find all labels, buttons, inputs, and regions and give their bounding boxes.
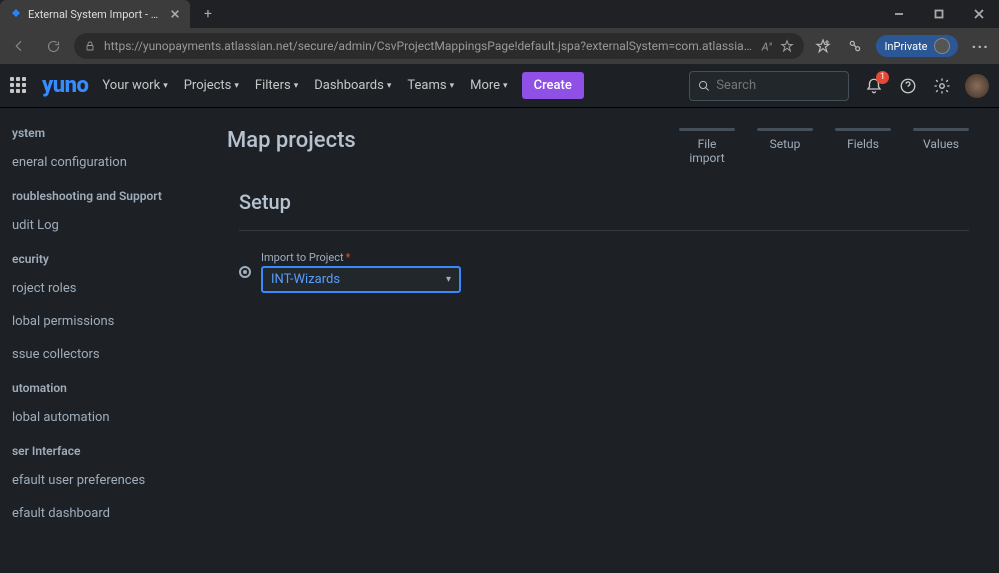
import-to-project-radio[interactable] [239, 266, 251, 278]
nav-filters[interactable]: Filters▾ [255, 78, 298, 93]
step-fields[interactable]: Fields [835, 128, 891, 166]
chevron-down-icon: ▾ [234, 81, 239, 91]
nav-your-work[interactable]: Your work▾ [102, 78, 167, 93]
window-minimize-button[interactable] [879, 0, 919, 28]
notification-badge: 1 [876, 71, 889, 84]
sidebar-item-global-automation[interactable]: lobal automation [0, 401, 197, 434]
window-close-button[interactable] [959, 0, 999, 28]
jira-top-nav: yuno Your work▾ Projects▾ Filters▾ Dashb… [0, 64, 999, 108]
search-field[interactable] [716, 78, 840, 93]
section-title: Setup [239, 190, 969, 214]
inprivate-badge[interactable]: InPrivate [876, 35, 957, 57]
chevron-down-icon: ▾ [450, 81, 455, 91]
reader-mode-icon[interactable]: A» [762, 39, 773, 54]
sidebar-item-audit-log[interactable]: udit Log [0, 209, 197, 242]
sidebar-section-security: ecurity [0, 242, 197, 272]
divider [239, 230, 969, 231]
sidebar-item-global-permissions[interactable]: lobal permissions [0, 305, 197, 338]
app-switcher-icon[interactable] [10, 77, 28, 95]
search-icon [698, 79, 710, 93]
sidebar-item-default-dashboard[interactable]: efault dashboard [0, 497, 197, 530]
import-to-project-label: Import to Project* [261, 251, 461, 264]
search-input[interactable] [689, 71, 849, 101]
browser-tab[interactable]: External System Import - Jira - Yu [0, 0, 190, 28]
nav-dashboards[interactable]: Dashboards▾ [314, 78, 391, 93]
chevron-down-icon: ▾ [446, 274, 451, 285]
nav-more[interactable]: More▾ [470, 78, 507, 93]
window-maximize-button[interactable] [919, 0, 959, 28]
chevron-down-icon: ▾ [163, 81, 168, 91]
nav-projects[interactable]: Projects▾ [184, 78, 239, 93]
sidebar-section-system: ystem [0, 116, 197, 146]
select-value: INT-Wizards [271, 272, 340, 287]
user-avatar[interactable] [965, 74, 989, 98]
chevron-down-icon: ▾ [294, 81, 299, 91]
extensions-icon[interactable] [844, 35, 866, 57]
back-button[interactable] [6, 33, 32, 59]
browser-tab-bar: External System Import - Jira - Yu + [0, 0, 999, 28]
chevron-down-icon: ▾ [503, 81, 508, 91]
sidebar-section-troubleshooting: roubleshooting and Support [0, 179, 197, 209]
site-logo[interactable]: yuno [42, 73, 88, 98]
main-content: Map projects File import Setup Fields Va… [197, 108, 999, 573]
url-text: https://yunopayments.atlassian.net/secur… [104, 39, 754, 53]
sidebar-section-automation: utomation [0, 371, 197, 401]
tab-close-icon[interactable] [170, 9, 180, 19]
chevron-down-icon: ▾ [387, 81, 392, 91]
new-tab-button[interactable]: + [198, 4, 218, 24]
step-setup[interactable]: Setup [757, 128, 813, 166]
address-bar: https://yunopayments.atlassian.net/secur… [0, 28, 999, 64]
browser-menu-button[interactable]: ··· [968, 37, 993, 56]
url-input[interactable]: https://yunopayments.atlassian.net/secur… [74, 33, 804, 59]
sidebar-section-user-interface: ser Interface [0, 434, 197, 464]
nav-teams[interactable]: Teams▾ [407, 78, 454, 93]
step-file-import[interactable]: File import [679, 128, 735, 166]
favorite-icon[interactable] [780, 39, 794, 53]
inprivate-label: InPrivate [884, 40, 927, 53]
settings-button[interactable] [931, 75, 953, 97]
admin-sidebar: ystem eneral configuration roubleshootin… [0, 108, 197, 573]
step-values[interactable]: Values [913, 128, 969, 166]
jira-favicon-icon [10, 8, 22, 20]
lock-icon [84, 40, 96, 52]
import-to-project-select[interactable]: INT-Wizards ▾ [261, 266, 461, 293]
help-button[interactable] [897, 75, 919, 97]
favorites-bar-icon[interactable] [812, 35, 834, 57]
tab-title: External System Import - Jira - Yu [28, 8, 164, 21]
sidebar-item-default-user-prefs[interactable]: efault user preferences [0, 464, 197, 497]
refresh-button[interactable] [40, 33, 66, 59]
sidebar-item-project-roles[interactable]: roject roles [0, 272, 197, 305]
page-title: Map projects [227, 128, 356, 153]
sidebar-item-issue-collectors[interactable]: ssue collectors [0, 338, 197, 371]
create-button[interactable]: Create [522, 72, 584, 99]
sidebar-item-general-config[interactable]: eneral configuration [0, 146, 197, 179]
notifications-button[interactable]: 1 [863, 75, 885, 97]
wizard-steps: File import Setup Fields Values [679, 128, 969, 166]
profile-avatar-icon [934, 38, 950, 54]
